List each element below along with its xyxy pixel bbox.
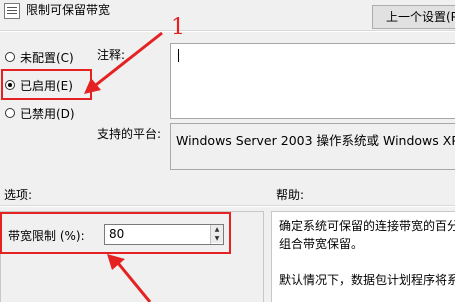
platform-value: Windows Server 2003 操作系统或 Windows XP Pr	[176, 133, 455, 148]
help-text-line: 默认情况下，数据包计划程序将系	[279, 273, 455, 287]
window-title: 限制可保留带宽	[26, 3, 111, 17]
radio-label: 已禁用(D)	[20, 106, 75, 121]
help-section-label: 帮助:	[276, 188, 305, 202]
radio-not-configured[interactable]: 未配置(C)	[5, 48, 74, 66]
radio-disabled[interactable]: 已禁用(D)	[5, 104, 75, 122]
annotation-step-number: 1	[171, 15, 185, 40]
radio-label: 未配置(C)	[20, 50, 74, 65]
help-text-line: 组合带宽保留。	[279, 237, 364, 251]
enabled-highlight-box	[1, 69, 92, 100]
section-divider	[0, 205, 455, 207]
text-caret	[178, 49, 179, 62]
comment-label: 注释:	[97, 48, 126, 62]
radio-button-icon[interactable]	[5, 108, 15, 118]
previous-setting-button[interactable]: 上一个设置(P)	[372, 5, 455, 29]
platform-label: 支持的平台:	[97, 127, 162, 141]
comment-textarea[interactable]	[170, 43, 455, 119]
platform-field: Windows Server 2003 操作系统或 Windows XP Pr	[170, 123, 455, 170]
options-section-label: 选项:	[4, 188, 33, 202]
radio-button-icon[interactable]	[5, 52, 15, 62]
policy-icon	[4, 3, 20, 19]
bandwidth-highlight-box	[0, 212, 231, 254]
header-divider	[0, 30, 455, 32]
help-text-line: 确定系统可保留的连接带宽的百分	[279, 219, 455, 233]
help-panel[interactable]: 确定系统可保留的连接带宽的百分 组合带宽保留。 默认情况下，数据包计划程序将系	[271, 211, 455, 302]
